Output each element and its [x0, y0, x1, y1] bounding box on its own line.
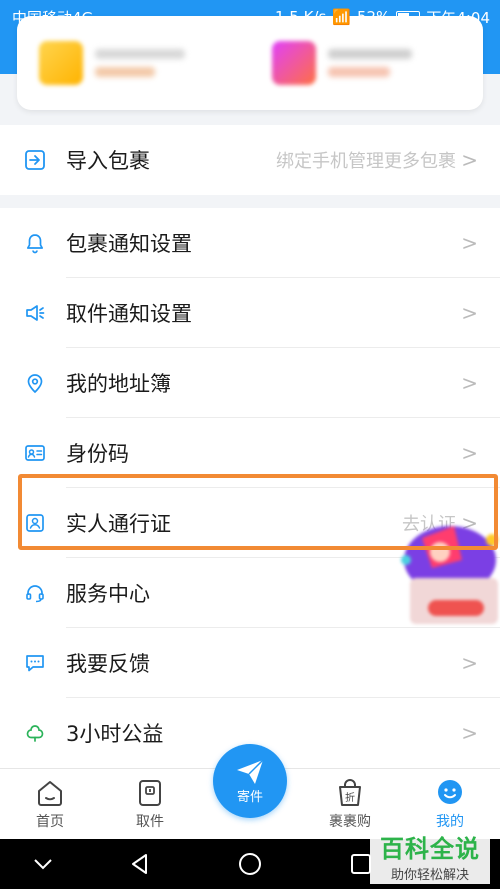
blurred-line [328, 67, 390, 77]
chevron-right-icon: > [461, 441, 478, 465]
import-package-hint: 绑定手机管理更多包裹 [276, 151, 456, 172]
mine-face-icon [438, 780, 462, 804]
blurred-line [95, 67, 155, 77]
headset-icon [26, 585, 44, 603]
speaker-icon [26, 305, 45, 321]
home-icon [38, 781, 62, 806]
menu-item-package-notify[interactable]: 包裹通知设置 > [0, 208, 500, 278]
locker-icon [139, 780, 161, 806]
status-right: 1.5 K/s 📶 52% 下午4:04 [275, 7, 490, 28]
settings-menu: 包裹通知设置 > 取件通知设置 > 我的地址簿 > 身份码 > 实人通行证 去认… [0, 208, 500, 768]
chevron-right-icon: > [461, 371, 478, 395]
promo-floating-banner[interactable] [392, 520, 500, 628]
chat-bubble-icon [26, 655, 44, 672]
carrier-text: 中国移动4G [12, 8, 94, 27]
back-triangle-icon[interactable] [127, 851, 153, 877]
clock: 下午4:04 [426, 8, 490, 27]
menu-item-label: 3小时公益 [66, 722, 164, 746]
tab-home-label: 首页 [36, 814, 64, 830]
menu-item-id-code[interactable]: 身份码 > [0, 418, 500, 488]
network-speed: 1.5 K/s [274, 8, 327, 26]
watermark-logo: 百科全说 助你轻松解决 [370, 828, 490, 884]
home-circle-icon[interactable] [237, 851, 263, 877]
menu-item-label: 实人通行证 [66, 512, 171, 536]
profile-right[interactable] [250, 41, 483, 85]
location-pin-icon [27, 374, 43, 394]
menu-item-label: 身份码 [66, 442, 129, 466]
bell-icon [26, 234, 44, 254]
blurred-line [328, 49, 412, 59]
chevron-right-icon: > [461, 231, 478, 255]
menu-item-pickup-notify[interactable]: 取件通知设置 > [0, 278, 500, 348]
person-badge-icon [26, 514, 44, 532]
menu-item-label: 包裹通知设置 [66, 232, 192, 256]
watermark-title: 百科全说 [380, 835, 480, 863]
id-card-icon [25, 445, 45, 461]
avatar [39, 41, 83, 85]
send-package-label: 寄件 [236, 789, 263, 805]
import-section: 导入包裹 绑定手机管理更多包裹 > [0, 125, 500, 195]
tab-home[interactable]: 首页 [0, 769, 100, 839]
profile-left[interactable] [17, 41, 250, 85]
menu-item-label: 服务中心 [66, 582, 150, 606]
profile-info-blurred [328, 49, 412, 77]
watermark-subtitle: 助你轻松解决 [390, 868, 469, 883]
battery-percent: 52% [356, 8, 391, 26]
discount-bag-icon: 折 [339, 779, 361, 806]
status-bar: 中国移动4G 1.5 K/s 📶 52% 下午4:04 [0, 0, 500, 34]
chevron-right-icon: > [461, 148, 478, 172]
menu-item-label: 我要反馈 [66, 652, 150, 676]
paper-plane-icon [237, 758, 264, 784]
import-icon [25, 150, 45, 170]
menu-item-address-book[interactable]: 我的地址簿 > [0, 348, 500, 418]
tab-pickup[interactable]: 取件 [100, 769, 200, 839]
chevron-right-icon: > [461, 721, 478, 745]
menu-item-label: 我的地址簿 [66, 372, 171, 396]
chevron-down-icon[interactable] [30, 851, 56, 877]
import-package-label: 导入包裹 [66, 149, 150, 173]
chevron-right-icon: > [461, 301, 478, 325]
badge-avatar [272, 41, 316, 85]
send-package-button[interactable]: 寄件 [213, 744, 287, 818]
charity-leaf-icon [26, 725, 44, 742]
chevron-right-icon: > [461, 651, 478, 675]
signal-icon: 📶 [332, 8, 351, 26]
menu-item-label: 取件通知设置 [66, 302, 192, 326]
profile-info-blurred [95, 49, 185, 77]
blurred-line [95, 49, 185, 59]
tab-pickup-label: 取件 [136, 814, 164, 830]
import-package-row[interactable]: 导入包裹 绑定手机管理更多包裹 > [0, 125, 500, 195]
menu-item-feedback[interactable]: 我要反馈 > [0, 628, 500, 698]
svg-text:折: 折 [345, 791, 355, 804]
battery-icon [396, 11, 421, 23]
tab-shop-label: 裹裹购 [329, 814, 371, 830]
